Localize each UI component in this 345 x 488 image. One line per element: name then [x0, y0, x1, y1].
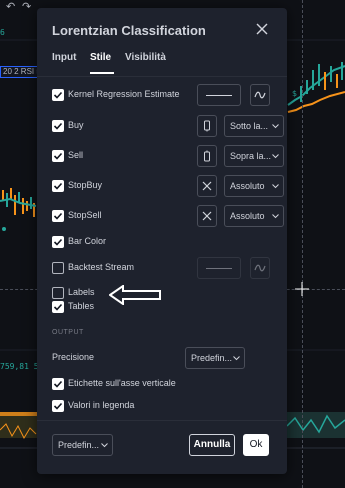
precision-select[interactable]: Predefin...: [185, 347, 245, 369]
buy-location-select[interactable]: Sotto la...: [224, 115, 284, 137]
row-stopsell: StopSell Assoluto: [52, 205, 284, 227]
buy-checkbox[interactable]: [52, 120, 64, 132]
dialog-title: Lorentzian Classification: [52, 23, 206, 38]
backtest-line-style-button[interactable]: [197, 257, 241, 279]
chevron-down-icon: [272, 184, 279, 189]
bar-color-label: Bar Color: [68, 236, 107, 246]
chevron-down-icon: [272, 214, 279, 219]
candles-right: $: [287, 62, 345, 113]
kernel-line-style-button[interactable]: [197, 84, 241, 106]
left-arrow-icon: [109, 285, 161, 305]
chevron-down-icon: [272, 124, 279, 129]
legend-values-checkbox[interactable]: [52, 400, 64, 412]
stopsell-label: StopSell: [68, 210, 102, 220]
label-shape-icon: [204, 120, 210, 132]
crosshair-cursor-icon: [295, 282, 309, 296]
kernel-regression-label: Kernel Regression Estimate: [68, 89, 180, 99]
tab-visibilita[interactable]: Visibilità: [125, 52, 166, 63]
stopsell-checkbox[interactable]: [52, 210, 64, 222]
row-stopbuy: StopBuy Assoluto: [52, 175, 284, 197]
buy-shape-button[interactable]: [197, 115, 217, 137]
cancel-button[interactable]: Annulla: [189, 434, 235, 456]
tables-checkbox[interactable]: [52, 301, 64, 313]
row-backtest-stream: Backtest Stream: [52, 257, 274, 279]
chevron-down-icon: [272, 154, 279, 159]
precision-label: Precisione: [52, 352, 95, 362]
row-sell: Sell Sopra la...: [52, 145, 284, 167]
stopsell-location-select[interactable]: Assoluto: [224, 205, 284, 227]
close-icon[interactable]: [253, 20, 271, 38]
redo-icon[interactable]: ↷: [22, 0, 31, 14]
stopbuy-checkbox[interactable]: [52, 180, 64, 192]
output-section-title: OUTPUT: [52, 329, 84, 336]
active-tab-indicator: [90, 72, 114, 74]
stopsell-shape-button[interactable]: [197, 205, 217, 227]
backtest-stream-checkbox[interactable]: [52, 262, 64, 274]
row-legend-values: Valori in legenda: [52, 395, 274, 417]
cross-shape-icon: [202, 211, 212, 221]
ok-button[interactable]: Ok: [243, 434, 269, 456]
wave-icon: [254, 264, 266, 272]
cross-shape-icon: [202, 181, 212, 191]
tab-divider: [37, 76, 287, 77]
stopbuy-label: StopBuy: [68, 180, 103, 190]
template-select[interactable]: Predefin...: [52, 434, 113, 456]
buy-label: Buy: [68, 120, 84, 130]
settings-dialog: Lorentzian Classification Input Stile Vi…: [37, 8, 287, 474]
row-bar-color: Bar Color: [52, 231, 274, 253]
svg-text:$: $: [292, 89, 297, 98]
axis-labels-checkbox[interactable]: [52, 378, 64, 390]
backtest-stream-label: Backtest Stream: [68, 262, 135, 272]
row-buy: Buy Sotto la...: [52, 115, 284, 137]
stopbuy-shape-button[interactable]: [197, 175, 217, 197]
backtest-plot-type-button[interactable]: [250, 257, 270, 279]
stopbuy-location-select[interactable]: Assoluto: [224, 175, 284, 197]
sell-location-select[interactable]: Sopra la...: [224, 145, 284, 167]
crosshair-vertical: [302, 0, 303, 488]
axis-labels-label: Etichette sull'asse verticale: [68, 378, 176, 388]
row-axis-labels: Etichette sull'asse verticale: [52, 373, 274, 395]
tab-input[interactable]: Input: [52, 52, 76, 63]
sell-shape-button[interactable]: [197, 145, 217, 167]
chart-value-left: 6: [0, 28, 5, 37]
chevron-down-icon: [101, 443, 108, 448]
undo-icon[interactable]: ↶: [6, 0, 15, 14]
bar-color-checkbox[interactable]: [52, 236, 64, 248]
kernel-regression-checkbox[interactable]: [52, 89, 64, 101]
footer-divider: [37, 420, 287, 421]
row-tables: Tables: [52, 296, 274, 318]
tables-label: Tables: [68, 301, 95, 311]
sell-label: Sell: [68, 150, 84, 160]
label-shape-icon: [204, 150, 210, 162]
legend-values-label: Valori in legenda: [68, 400, 135, 410]
wave-icon: [254, 91, 266, 99]
kernel-plot-type-button[interactable]: [250, 84, 270, 106]
row-precision: Precisione Predefin...: [52, 347, 274, 369]
tab-stile[interactable]: Stile: [90, 52, 111, 63]
chevron-down-icon: [233, 356, 240, 361]
sell-checkbox[interactable]: [52, 150, 64, 162]
row-kernel-regression: Kernel Regression Estimate: [52, 84, 274, 106]
